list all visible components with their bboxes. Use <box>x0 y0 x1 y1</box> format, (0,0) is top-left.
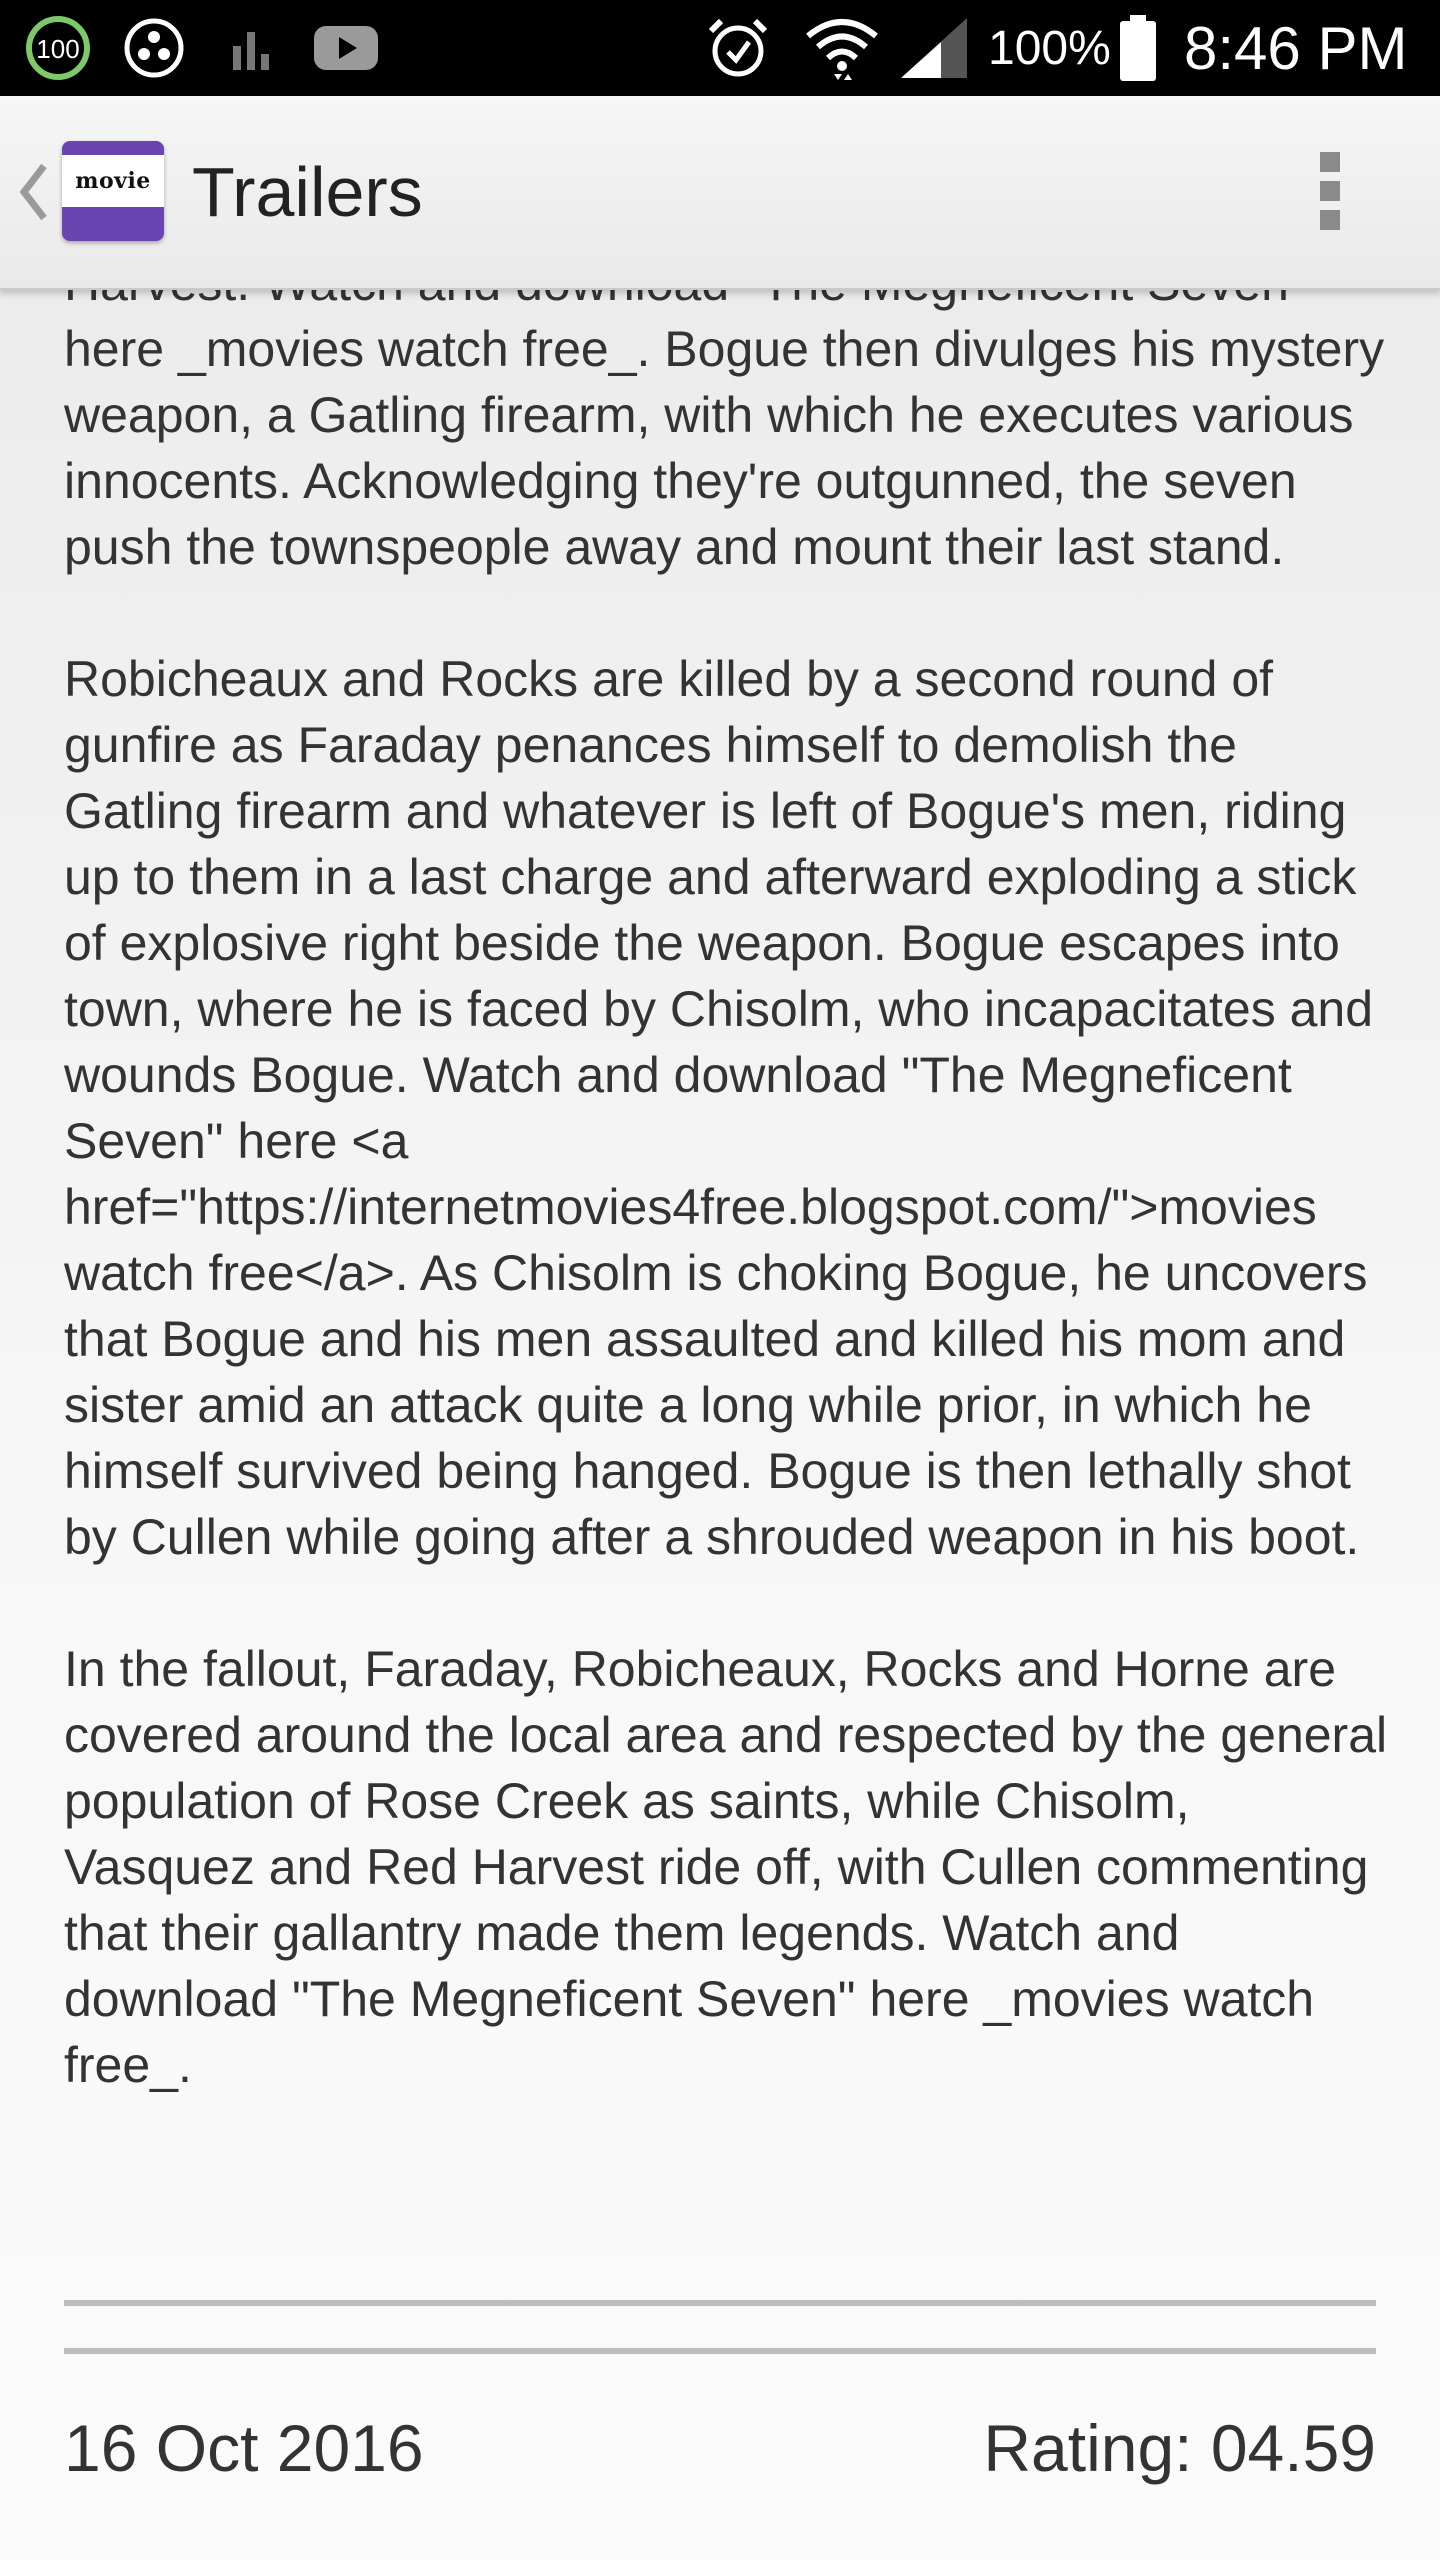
synopsis-paragraph-2: Robicheaux and Rocks are killed by a sec… <box>64 651 1374 1565</box>
rating-value: Rating: 04.59 <box>983 2411 1376 2485</box>
overflow-menu-icon[interactable] <box>1300 146 1360 236</box>
wifi-icon <box>800 0 884 96</box>
youtube-icon <box>310 0 382 96</box>
action-bar: movie Trailers <box>0 96 1440 290</box>
back-chevron-icon[interactable] <box>12 156 52 228</box>
bar-chart-icon <box>226 0 276 96</box>
divider-top <box>64 2300 1376 2306</box>
app-logo[interactable]: movie <box>62 141 164 241</box>
synopsis-article: Harvest. Watch and download "The Megnefi… <box>64 288 1394 2164</box>
status-bar: 100 100% 8:46 PM <box>0 0 1440 96</box>
trailer-detail-scroll[interactable]: Harvest. Watch and download "The Megnefi… <box>0 288 1440 2560</box>
app-logo-text: movie <box>75 168 151 194</box>
clock-time: 8:46 PM <box>1184 14 1408 82</box>
screen-title: Trailers <box>192 153 423 231</box>
release-date: 16 Oct 2016 <box>64 2411 424 2485</box>
divider-bottom <box>64 2348 1376 2354</box>
circle-dots-icon <box>118 0 190 96</box>
synopsis-paragraph-3: In the fallout, Faraday, Robicheaux, Roc… <box>64 1641 1388 2093</box>
signal-icon <box>896 0 972 96</box>
synopsis-paragraph-1: Harvest. Watch and download "The Megnefi… <box>64 288 1385 575</box>
battery-icon <box>1118 0 1158 96</box>
badge-100-icon: 100 <box>22 0 94 96</box>
battery-percent: 100% <box>988 21 1111 75</box>
badge-100-text: 100 <box>36 34 79 64</box>
alarm-icon <box>700 0 776 96</box>
